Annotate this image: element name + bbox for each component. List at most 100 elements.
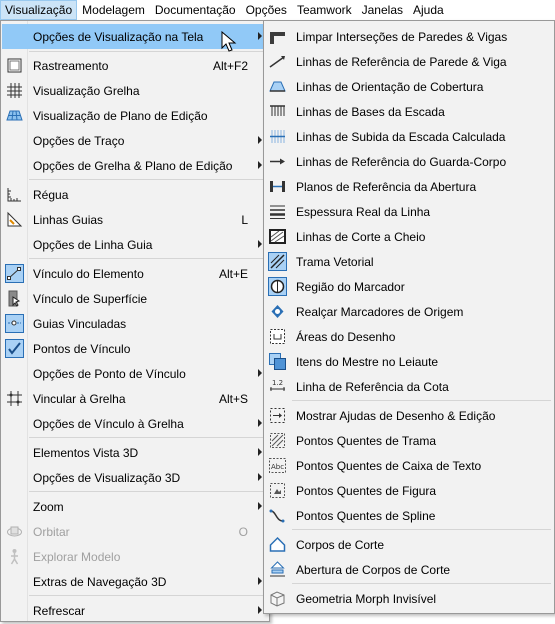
submenu-item-cutting-body-opening[interactable]: Abertura de Corpos de Corte [265,557,553,582]
menu-item-label: Explorar Modelo [33,549,121,564]
submenu-item-figure-hotspots[interactable]: Pontos Quentes de Figura [265,478,553,503]
menu-item-shortcut: Alt+E [218,266,248,281]
submenu-item-opening-reference-planes[interactable]: Planos de Referência da Abertura [265,174,553,199]
menu-ajuda[interactable]: Ajuda [408,0,449,20]
menu-modelagem[interactable]: Modelagem [77,0,150,20]
submenu-item-master-items[interactable]: Itens do Mestre no Leiaute [265,349,553,374]
mouse-pointer-icon [221,31,237,52]
menu-item-zoom[interactable]: Zoom [2,494,268,519]
submenu-item-vectorial-hatching[interactable]: Trama Vetorial [265,249,553,274]
menu-bar: Visualização Modelagem Documentação Opçõ… [0,0,555,20]
menu-item-surface-snap[interactable]: Vínculo de Superfície [2,286,268,311]
submenu-item-hatch-hotspots[interactable]: Pontos Quentes de Trama [265,428,553,453]
figure-hotspots-icon [268,481,287,500]
submenu-item-stair-walkline[interactable]: Linhas de Subida da Escada Calculada [265,124,553,149]
menu-item-snap-points[interactable]: Pontos de Vínculo [2,336,268,361]
snap-guides-icon [5,314,24,333]
submenu-item-railing-reference[interactable]: Linhas de Referência do Guarda-Corpo [265,149,553,174]
menu-separator [29,491,266,492]
menu-item-explore-model[interactable]: Explorar Modelo [2,544,268,569]
menu-visualizacao[interactable]: Visualização [0,0,78,20]
submenu-arrow-icon [258,32,262,40]
railing-reference-icon [268,152,287,171]
submenu-item-true-line-weight[interactable]: Espessura Real da Linha [265,199,553,224]
submenu-item-source-markers[interactable]: Realçar Marcadores de Origem [265,299,553,324]
menu-item-refresh[interactable]: Refrescar [2,598,268,623]
menu-item-3d-navigation-extras[interactable]: Extras de Navegação 3D [2,569,268,594]
menu-opcoes[interactable]: Opções [241,0,292,20]
submenu-item-bold-cut-lines[interactable]: Linhas de Corte a Cheio [265,224,553,249]
menu-item-shortcut: L [241,212,248,227]
menu-item-label: Opções de Linha Guia [33,237,153,252]
menu-item-element-snap[interactable]: Vínculo do Elemento Alt+E [2,261,268,286]
editing-plane-icon [5,106,24,125]
submenu-item-spline-hotspots[interactable]: Pontos Quentes de Spline [265,503,553,528]
menu-item-label: Vínculo de Superfície [33,291,148,306]
menu-item-pen-options[interactable]: Opções de Traço [2,128,268,153]
submenu-item-stair-baselines[interactable]: Linhas de Bases da Escada [265,99,553,124]
submenu-item-roof-pivot-lines[interactable]: Linhas de Orientação de Cobertura [265,74,553,99]
drawing-areas-icon [268,327,287,346]
submenu-item-label: Limpar Interseções de Paredes & Vigas [296,29,508,44]
menu-item-guide-lines[interactable]: Linhas Guias L [2,207,268,232]
menu-item-ruler[interactable]: Régua [2,182,268,207]
submenu-item-reference-lines[interactable]: Linhas de Referência de Parede & Viga [265,49,553,74]
menu-item-label: Opções de Traço [33,133,125,148]
submenu-item-clean-intersections[interactable]: Limpar Interseções de Paredes & Vigas [265,24,553,49]
menu-separator [292,583,551,584]
menu-item-label: Elementos Vista 3D [33,445,139,460]
submenu-item-label: Linha de Referência da Cota [296,379,449,394]
svg-text:1.2: 1.2 [272,379,283,387]
menu-documentacao[interactable]: Documentação [150,0,241,20]
master-items-icon [268,352,287,371]
menu-item-label: Linhas Guias [33,212,104,227]
submenu-item-label: Linhas de Orientação de Cobertura [296,79,484,94]
menu-item-snap-guides[interactable]: Guias Vinculadas [2,311,268,336]
cutting-bodies-icon [268,535,287,554]
menu-item-grid-snap[interactable]: Vincular à Grelha Alt+S [2,386,268,411]
menu-item-orbit[interactable]: Orbitar O [2,519,268,544]
submenu-item-label: Itens do Mestre no Leiaute [296,354,439,369]
menu-item-label: Opções de Vínculo à Grelha [33,416,184,431]
menu-separator [292,529,551,530]
submenu-item-drawing-aids[interactable]: Mostrar Ajudas de Desenho & Edição [265,403,553,428]
opening-reference-icon [268,177,287,196]
submenu-item-label: Linhas de Referência de Parede & Viga [296,54,507,69]
submenu-item-morph-geometry[interactable]: Geometria Morph Invisível [265,586,553,611]
menu-item-label: Guias Vinculadas [33,316,127,331]
menu-item-snap-point-options[interactable]: Opções de Ponto de Vínculo [2,361,268,386]
menu-separator [29,258,266,259]
source-markers-icon [268,302,287,321]
menu-item-grid-editing-plane-options[interactable]: Opções de Grelha & Plano de Edição [2,153,268,178]
menu-item-label: Opções de Grelha & Plano de Edição [33,158,233,173]
stair-walkline-icon [268,127,287,146]
submenu-item-label: Realçar Marcadores de Origem [296,304,464,319]
menu-item-grid-snap-options[interactable]: Opções de Vínculo à Grelha [2,411,268,436]
submenu-item-label: Linhas de Referência do Guarda-Corpo [296,154,507,169]
menu-item-guide-line-options[interactable]: Opções de Linha Guia [2,232,268,257]
menu-item-tracker[interactable]: Rastreamento Alt+F2 [2,53,268,78]
surface-snap-icon [5,289,24,308]
menu-item-3d-view-elements[interactable]: Elementos Vista 3D [2,440,268,465]
guide-lines-icon [5,210,24,229]
submenu-item-drawing-areas[interactable]: Áreas do Desenho [265,324,553,349]
menu-janelas[interactable]: Janelas [357,0,408,20]
menu-item-3d-view-options[interactable]: Opções de Visualização 3D [2,465,268,490]
menu-item-editing-plane-display[interactable]: Visualização de Plano de Edição [2,103,268,128]
submenu-item-label: Pontos Quentes de Caixa de Texto [296,458,482,473]
menu-item-grid-display[interactable]: Visualização Grelha [2,78,268,103]
submenu-item-label: Pontos Quentes de Trama [296,433,437,448]
menu-item-label: Zoom [33,499,64,514]
menu-teamwork[interactable]: Teamwork [292,0,357,20]
menu-separator [292,400,551,401]
submenu-item-textbox-hotspots[interactable]: Abc Pontos Quentes de Caixa de Texto [265,453,553,478]
submenu-item-marker-region[interactable]: Região do Marcador [265,274,553,299]
morph-geometry-icon [268,589,287,608]
submenu-item-label: Planos de Referência da Abertura [296,179,477,194]
submenu-item-dimension-reference[interactable]: 1.2 Linha de Referência da Cota [265,374,553,399]
menu-item-label: Vincular à Grelha [33,391,126,406]
menu-item-shortcut: Alt+S [218,391,248,406]
submenu-item-cutting-bodies[interactable]: Corpos de Corte [265,532,553,557]
menu-item-label: Opções de Visualização 3D [33,470,181,485]
submenu-arrow-icon [258,448,262,456]
